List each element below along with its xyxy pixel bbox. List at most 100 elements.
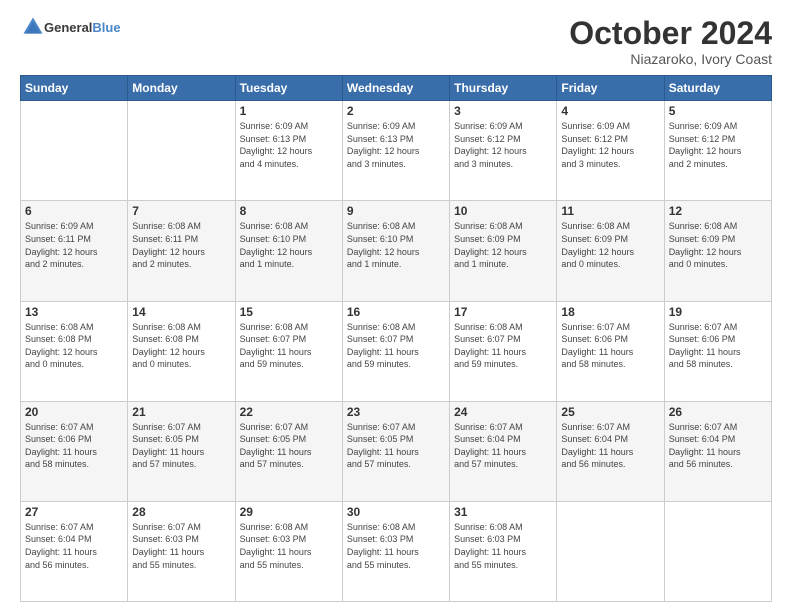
day-number: 9 xyxy=(347,204,445,218)
cell-info: Sunrise: 6:09 AM Sunset: 6:12 PM Dayligh… xyxy=(561,120,659,170)
calendar-cell: 13Sunrise: 6:08 AM Sunset: 6:08 PM Dayli… xyxy=(21,301,128,401)
cell-info: Sunrise: 6:07 AM Sunset: 6:05 PM Dayligh… xyxy=(347,421,445,471)
cell-info: Sunrise: 6:08 AM Sunset: 6:08 PM Dayligh… xyxy=(132,321,230,371)
calendar-cell: 5Sunrise: 6:09 AM Sunset: 6:12 PM Daylig… xyxy=(664,101,771,201)
calendar-cell: 4 Sunrise: 6:09 AM Sunset: 6:12 PM Daylig… xyxy=(557,101,664,201)
header-wednesday: Wednesday xyxy=(342,76,449,101)
logo-text: GeneralBlue xyxy=(44,20,121,35)
calendar-cell: 3 Sunrise: 6:09 AM Sunset: 6:12 PM Daylig… xyxy=(450,101,557,201)
cell-info: Sunrise: 6:08 AM Sunset: 6:03 PM Dayligh… xyxy=(347,521,445,571)
calendar-cell: 10Sunrise: 6:08 AM Sunset: 6:09 PM Dayli… xyxy=(450,201,557,301)
calendar-cell: 28Sunrise: 6:07 AM Sunset: 6:03 PM Dayli… xyxy=(128,501,235,601)
cell-info: Sunrise: 6:08 AM Sunset: 6:07 PM Dayligh… xyxy=(454,321,552,371)
calendar-week-5: 27 Sunrise: 6:07 AM Sunset: 6:04 PM Dayli… xyxy=(21,501,772,601)
calendar-cell: 22 Sunrise: 6:07 AM Sunset: 6:05 PM Dayli… xyxy=(235,401,342,501)
header: GeneralBlue October 2024 Niazaroko, Ivor… xyxy=(20,16,772,67)
header-tuesday: Tuesday xyxy=(235,76,342,101)
cell-info: Sunrise: 6:07 AM Sunset: 6:04 PM Dayligh… xyxy=(561,421,659,471)
day-number: 30 xyxy=(347,505,445,519)
calendar-cell: 8 Sunrise: 6:08 AM Sunset: 6:10 PM Daylig… xyxy=(235,201,342,301)
cell-info: Sunrise: 6:07 AM Sunset: 6:04 PM Dayligh… xyxy=(669,421,767,471)
day-number: 26 xyxy=(669,405,767,419)
calendar-cell: 19 Sunrise: 6:07 AM Sunset: 6:06 PM Dayli… xyxy=(664,301,771,401)
calendar-cell: 21Sunrise: 6:07 AM Sunset: 6:05 PM Dayli… xyxy=(128,401,235,501)
cell-info: Sunrise: 6:07 AM Sunset: 6:03 PM Dayligh… xyxy=(132,521,230,571)
day-number: 25 xyxy=(561,405,659,419)
cell-info: Sunrise: 6:08 AM Sunset: 6:10 PM Dayligh… xyxy=(240,220,338,270)
day-number: 14 xyxy=(132,305,230,319)
day-number: 8 xyxy=(240,204,338,218)
day-number: 17 xyxy=(454,305,552,319)
calendar-cell: 24 Sunrise: 6:07 AM Sunset: 6:04 PM Dayli… xyxy=(450,401,557,501)
calendar-cell xyxy=(557,501,664,601)
cell-info: Sunrise: 6:09 AM Sunset: 6:12 PM Dayligh… xyxy=(669,120,767,170)
calendar-cell: 6Sunrise: 6:09 AM Sunset: 6:11 PM Daylig… xyxy=(21,201,128,301)
calendar-week-3: 13 Sunrise: 6:08 AM Sunset: 6:08 PM Dayli… xyxy=(21,301,772,401)
calendar-cell: 18Sunrise: 6:07 AM Sunset: 6:06 PM Dayli… xyxy=(557,301,664,401)
cell-info: Sunrise: 6:08 AM Sunset: 6:11 PM Dayligh… xyxy=(132,220,230,270)
header-saturday: Saturday xyxy=(664,76,771,101)
calendar-cell: 25 Sunrise: 6:07 AM Sunset: 6:04 PM Dayli… xyxy=(557,401,664,501)
calendar-cell: 27 Sunrise: 6:07 AM Sunset: 6:04 PM Dayli… xyxy=(21,501,128,601)
cell-info: Sunrise: 6:08 AM Sunset: 6:07 PM Dayligh… xyxy=(240,321,338,371)
cell-info: Sunrise: 6:07 AM Sunset: 6:05 PM Dayligh… xyxy=(240,421,338,471)
calendar-cell: 9 Sunrise: 6:08 AM Sunset: 6:10 PM Daylig… xyxy=(342,201,449,301)
cell-info: Sunrise: 6:08 AM Sunset: 6:09 PM Dayligh… xyxy=(454,220,552,270)
header-friday: Friday xyxy=(557,76,664,101)
day-number: 21 xyxy=(132,405,230,419)
day-number: 15 xyxy=(240,305,338,319)
day-number: 31 xyxy=(454,505,552,519)
cell-info: Sunrise: 6:09 AM Sunset: 6:11 PM Dayligh… xyxy=(25,220,123,270)
calendar-cell: 7 Sunrise: 6:08 AM Sunset: 6:11 PM Daylig… xyxy=(128,201,235,301)
day-number: 16 xyxy=(347,305,445,319)
calendar-cell: 20 Sunrise: 6:07 AM Sunset: 6:06 PM Dayli… xyxy=(21,401,128,501)
header-monday: Monday xyxy=(128,76,235,101)
calendar-cell: 23Sunrise: 6:07 AM Sunset: 6:05 PM Dayli… xyxy=(342,401,449,501)
calendar-cell: 2 Sunrise: 6:09 AM Sunset: 6:13 PM Daylig… xyxy=(342,101,449,201)
day-number: 24 xyxy=(454,405,552,419)
day-number: 7 xyxy=(132,204,230,218)
header-sunday: Sunday xyxy=(21,76,128,101)
calendar-cell xyxy=(664,501,771,601)
title-block: October 2024 Niazaroko, Ivory Coast xyxy=(569,16,772,67)
day-number: 13 xyxy=(25,305,123,319)
calendar-cell: 29Sunrise: 6:08 AM Sunset: 6:03 PM Dayli… xyxy=(235,501,342,601)
logo-icon xyxy=(22,16,44,38)
day-number: 2 xyxy=(347,104,445,118)
day-number: 4 xyxy=(561,104,659,118)
calendar-cell: 17 Sunrise: 6:08 AM Sunset: 6:07 PM Dayli… xyxy=(450,301,557,401)
cell-info: Sunrise: 6:07 AM Sunset: 6:06 PM Dayligh… xyxy=(25,421,123,471)
day-number: 27 xyxy=(25,505,123,519)
header-thursday: Thursday xyxy=(450,76,557,101)
cell-info: Sunrise: 6:09 AM Sunset: 6:13 PM Dayligh… xyxy=(240,120,338,170)
cell-info: Sunrise: 6:07 AM Sunset: 6:04 PM Dayligh… xyxy=(25,521,123,571)
calendar-week-1: 1Sunrise: 6:09 AM Sunset: 6:13 PM Daylig… xyxy=(21,101,772,201)
cell-info: Sunrise: 6:08 AM Sunset: 6:09 PM Dayligh… xyxy=(561,220,659,270)
calendar-table: Sunday Monday Tuesday Wednesday Thursday… xyxy=(20,75,772,602)
day-number: 3 xyxy=(454,104,552,118)
subtitle: Niazaroko, Ivory Coast xyxy=(569,51,772,67)
calendar-week-2: 6Sunrise: 6:09 AM Sunset: 6:11 PM Daylig… xyxy=(21,201,772,301)
calendar-week-4: 20 Sunrise: 6:07 AM Sunset: 6:06 PM Dayli… xyxy=(21,401,772,501)
day-number: 11 xyxy=(561,204,659,218)
cell-info: Sunrise: 6:07 AM Sunset: 6:06 PM Dayligh… xyxy=(561,321,659,371)
cell-info: Sunrise: 6:07 AM Sunset: 6:06 PM Dayligh… xyxy=(669,321,767,371)
cell-info: Sunrise: 6:07 AM Sunset: 6:04 PM Dayligh… xyxy=(454,421,552,471)
day-number: 19 xyxy=(669,305,767,319)
calendar-cell: 11 Sunrise: 6:08 AM Sunset: 6:09 PM Dayli… xyxy=(557,201,664,301)
calendar-cell: 16Sunrise: 6:08 AM Sunset: 6:07 PM Dayli… xyxy=(342,301,449,401)
calendar-cell: 14 Sunrise: 6:08 AM Sunset: 6:08 PM Dayli… xyxy=(128,301,235,401)
cell-info: Sunrise: 6:08 AM Sunset: 6:10 PM Dayligh… xyxy=(347,220,445,270)
cell-info: Sunrise: 6:09 AM Sunset: 6:12 PM Dayligh… xyxy=(454,120,552,170)
calendar-cell: 26 Sunrise: 6:07 AM Sunset: 6:04 PM Dayli… xyxy=(664,401,771,501)
day-number: 20 xyxy=(25,405,123,419)
page: GeneralBlue October 2024 Niazaroko, Ivor… xyxy=(0,0,792,612)
cell-info: Sunrise: 6:09 AM Sunset: 6:13 PM Dayligh… xyxy=(347,120,445,170)
day-number: 22 xyxy=(240,405,338,419)
cell-info: Sunrise: 6:08 AM Sunset: 6:09 PM Dayligh… xyxy=(669,220,767,270)
month-title: October 2024 xyxy=(569,16,772,51)
calendar-cell: 12Sunrise: 6:08 AM Sunset: 6:09 PM Dayli… xyxy=(664,201,771,301)
cell-info: Sunrise: 6:08 AM Sunset: 6:03 PM Dayligh… xyxy=(454,521,552,571)
calendar-cell: 30 Sunrise: 6:08 AM Sunset: 6:03 PM Dayli… xyxy=(342,501,449,601)
calendar-cell: 15 Sunrise: 6:08 AM Sunset: 6:07 PM Dayli… xyxy=(235,301,342,401)
